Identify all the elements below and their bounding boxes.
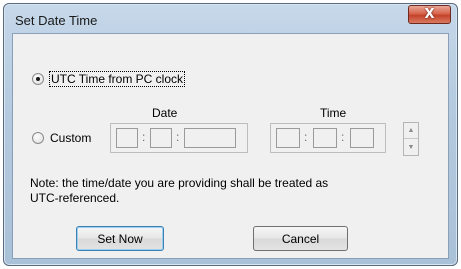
custom-radio[interactable] (32, 132, 44, 144)
date-separator-2: : (176, 130, 180, 144)
utc-radio[interactable] (32, 73, 44, 85)
set-now-button[interactable]: Set Now (76, 226, 164, 251)
dialog-title: Set Date Time (15, 13, 98, 28)
set-date-time-dialog: Set Date Time X UTC Time from PC clock D… (3, 3, 458, 266)
utc-radio-label[interactable]: UTC Time from PC clock (48, 71, 186, 87)
time-spin-control: ▲ ▼ (403, 122, 419, 156)
time-field-3[interactable] (350, 128, 374, 148)
time-input-group: : : (270, 123, 386, 153)
time-field-1[interactable] (276, 128, 300, 148)
note-line-1: Note: the time/date you are providing sh… (30, 176, 329, 190)
close-icon: X (424, 7, 435, 22)
date-separator-1: : (142, 130, 146, 144)
dialog-body: UTC Time from PC clock Date Time Custom … (12, 33, 449, 259)
custom-radio-label[interactable]: Custom (50, 131, 91, 145)
date-field-3[interactable] (184, 128, 236, 148)
cancel-button[interactable]: Cancel (253, 226, 348, 251)
time-field-2[interactable] (313, 128, 337, 148)
time-header: Time (320, 106, 347, 120)
spin-down-button[interactable]: ▼ (404, 139, 418, 155)
note-line-2: UTC-referenced. (30, 191, 120, 205)
spin-up-button[interactable]: ▲ (404, 123, 418, 139)
title-bar[interactable]: Set Date Time X (4, 4, 457, 34)
close-button[interactable]: X (408, 5, 451, 24)
spin-up-icon: ▲ (407, 127, 415, 134)
date-field-1[interactable] (116, 128, 138, 148)
date-header: Date (152, 106, 178, 120)
time-separator-1: : (304, 130, 308, 144)
date-input-group: : : (110, 123, 248, 153)
date-field-2[interactable] (150, 128, 172, 148)
spin-down-icon: ▼ (407, 143, 415, 151)
time-separator-2: : (341, 130, 345, 144)
